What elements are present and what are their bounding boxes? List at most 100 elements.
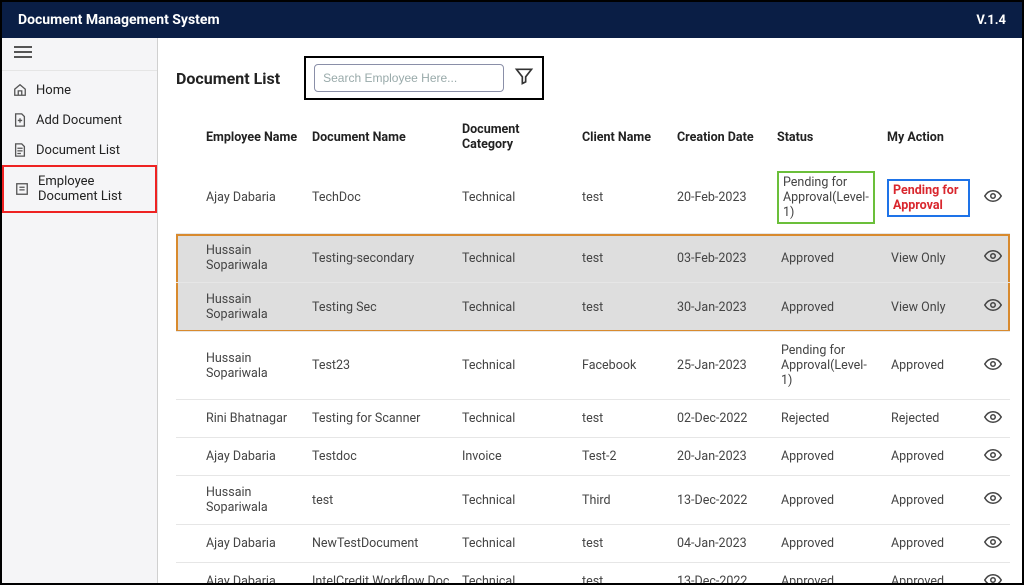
view-button[interactable]	[976, 563, 1010, 584]
cell-action: View Only	[881, 234, 976, 283]
table-row[interactable]: Hussain SopariwalaTest23TechnicalFaceboo…	[176, 332, 1010, 400]
table-row[interactable]: Rini BhatnagarTesting for ScannerTechnic…	[176, 400, 1010, 438]
cell-document: Test23	[306, 332, 456, 400]
cell-document: Testing-secondary	[306, 234, 456, 283]
cell-action: Approved	[881, 525, 976, 563]
cell-category: Technical	[456, 283, 576, 332]
eye-icon	[984, 191, 1002, 206]
table-row[interactable]: Ajay DabariaNewTestDocumentTechnicaltest…	[176, 525, 1010, 563]
add-doc-icon	[12, 112, 28, 128]
eye-icon	[984, 412, 1002, 427]
cell-action: Pending for Approval	[881, 162, 976, 234]
cell-status: Approved	[771, 234, 881, 283]
cell-category: Technical	[456, 563, 576, 584]
search-input[interactable]	[314, 64, 504, 92]
col-employee[interactable]: Employee Name	[176, 114, 306, 162]
cell-client: test	[576, 525, 671, 563]
cell-document: TechDoc	[306, 162, 456, 234]
col-client[interactable]: Client Name	[576, 114, 671, 162]
cell-employee: Hussain Sopariwala	[176, 234, 306, 283]
sidebar-item-label: Home	[36, 83, 71, 98]
table-row[interactable]: Hussain SopariwalaTesting SecTechnicalte…	[176, 283, 1010, 332]
view-button[interactable]	[976, 234, 1010, 283]
doc-list-icon	[12, 142, 28, 158]
filter-icon[interactable]	[514, 66, 534, 90]
col-status[interactable]: Status	[771, 114, 881, 162]
cell-employee: Rini Bhatnagar	[176, 400, 306, 438]
sidebar-item-document-list[interactable]: Document List	[2, 135, 157, 165]
cell-status: Rejected	[771, 400, 881, 438]
col-date[interactable]: Creation Date	[671, 114, 771, 162]
cell-employee: Hussain Sopariwala	[176, 476, 306, 525]
table-header-row: Employee Name Document Name Document Cat…	[176, 114, 1010, 162]
app-title: Document Management System	[18, 12, 220, 28]
sidebar-item-label: Document List	[36, 143, 120, 158]
cell-status: Approved	[771, 563, 881, 584]
view-button[interactable]	[976, 525, 1010, 563]
col-document[interactable]: Document Name	[306, 114, 456, 162]
nav-list: Home Add Document Document List	[2, 71, 157, 217]
cell-date: 30-Jan-2023	[671, 283, 771, 332]
eye-icon	[984, 251, 1002, 266]
hamburger-icon	[14, 46, 32, 58]
view-button[interactable]	[976, 476, 1010, 525]
cell-action: Rejected	[881, 400, 976, 438]
cell-status: Pending for Approval(Level-1)	[771, 332, 881, 400]
eye-icon	[984, 450, 1002, 465]
cell-date: 13-Dec-2022	[671, 476, 771, 525]
cell-client: test	[576, 234, 671, 283]
cell-status: Approved	[771, 476, 881, 525]
view-button[interactable]	[976, 332, 1010, 400]
cell-action: Approved	[881, 476, 976, 525]
eye-icon	[984, 575, 1002, 584]
table-row[interactable]: Hussain SopariwalaTesting-secondaryTechn…	[176, 234, 1010, 283]
cell-employee: Ajay Dabaria	[176, 563, 306, 584]
cell-document: NewTestDocument	[306, 525, 456, 563]
cell-status: Approved	[771, 525, 881, 563]
view-button[interactable]	[976, 283, 1010, 332]
cell-category: Technical	[456, 476, 576, 525]
table-row[interactable]: Hussain SopariwalatestTechnicalThird13-D…	[176, 476, 1010, 525]
cell-date: 25-Jan-2023	[671, 332, 771, 400]
table-row[interactable]: Ajay DabariaTechDocTechnicaltest20-Feb-2…	[176, 162, 1010, 234]
cell-date: 13-Dec-2022	[671, 563, 771, 584]
main-content: Document List Employee Name Document Nam…	[158, 38, 1022, 583]
cell-document: IntelCredit Workflow Doc	[306, 563, 456, 584]
sidebar: Home Add Document Document List	[2, 38, 158, 583]
cell-action: Approved	[881, 332, 976, 400]
cell-category: Technical	[456, 332, 576, 400]
cell-category: Technical	[456, 400, 576, 438]
cell-date: 20-Jan-2023	[671, 438, 771, 476]
sidebar-item-add-document[interactable]: Add Document	[2, 105, 157, 135]
cell-date: 02-Dec-2022	[671, 400, 771, 438]
cell-date: 03-Feb-2023	[671, 234, 771, 283]
hamburger-button[interactable]	[2, 38, 157, 71]
view-button[interactable]	[976, 400, 1010, 438]
cell-action: Approved	[881, 563, 976, 584]
cell-document: test	[306, 476, 456, 525]
cell-document: Testing Sec	[306, 283, 456, 332]
cell-status: Pending for Approval(Level-1)	[771, 162, 881, 234]
sidebar-item-home[interactable]: Home	[2, 75, 157, 105]
app-version: V.1.4	[976, 13, 1006, 28]
table-row[interactable]: Ajay DabariaIntelCredit Workflow DocTech…	[176, 563, 1010, 584]
sidebar-item-employee-document-list[interactable]: Employee Document List	[2, 165, 157, 213]
cell-document: Testdoc	[306, 438, 456, 476]
col-category[interactable]: Document Category	[456, 114, 576, 162]
view-button[interactable]	[976, 438, 1010, 476]
cell-client: Third	[576, 476, 671, 525]
cell-category: Invoice	[456, 438, 576, 476]
sidebar-item-label: Employee Document List	[38, 174, 145, 204]
cell-status: Approved	[771, 283, 881, 332]
cell-client: Test-2	[576, 438, 671, 476]
col-action[interactable]: My Action	[881, 114, 976, 162]
cell-category: Technical	[456, 234, 576, 283]
page-title: Document List	[176, 69, 280, 88]
cell-client: test	[576, 400, 671, 438]
eye-icon	[984, 537, 1002, 552]
eye-icon	[984, 300, 1002, 315]
cell-employee: Ajay Dabaria	[176, 162, 306, 234]
view-button[interactable]	[976, 162, 1010, 234]
cell-employee: Ajay Dabaria	[176, 438, 306, 476]
table-row[interactable]: Ajay DabariaTestdocInvoiceTest-220-Jan-2…	[176, 438, 1010, 476]
